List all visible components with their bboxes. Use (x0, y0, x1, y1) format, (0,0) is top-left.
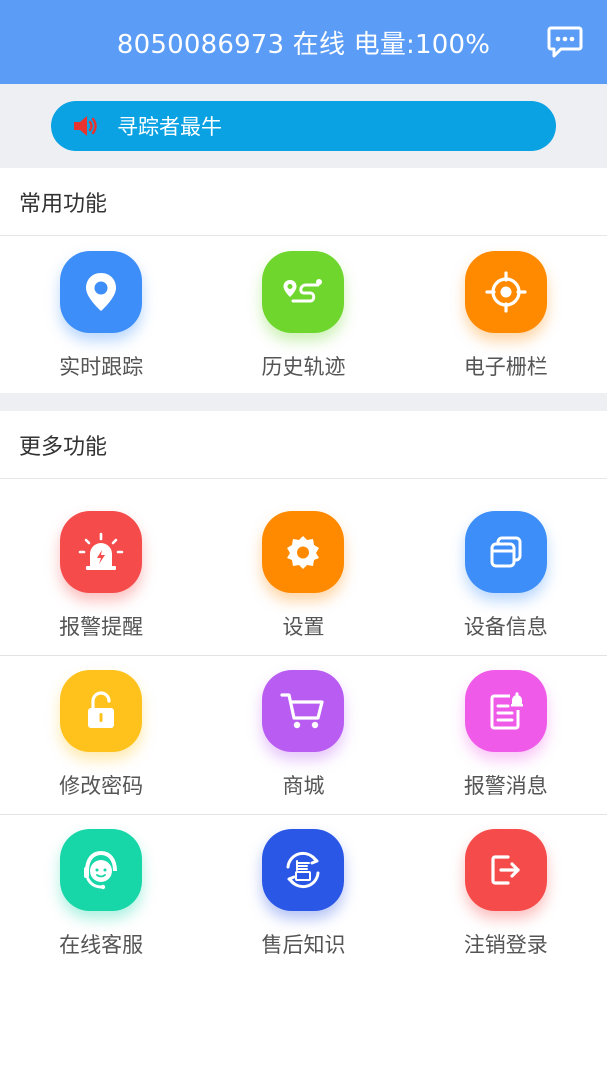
alarm-reminder-label: 报警提醒 (59, 615, 144, 639)
chat-bubble-icon (547, 26, 583, 58)
realtime-tracking-button[interactable]: 实时跟踪 (0, 237, 202, 393)
device-status-text: 8050086973 在线 电量:100% (116, 29, 491, 60)
history-track-button[interactable]: 历史轨迹 (202, 237, 404, 393)
settings-button[interactable]: 设置 (202, 497, 404, 655)
after-sales-icon (262, 829, 345, 911)
windows-icon (464, 511, 547, 593)
realtime-tracking-label: 实时跟踪 (59, 355, 144, 379)
logout-icon (464, 829, 547, 911)
mall-button[interactable]: 商城 (202, 656, 404, 814)
section-divider (0, 393, 607, 411)
common-functions-row: 实时跟踪 历史轨迹 电子栅栏 (0, 237, 607, 393)
online-service-button[interactable]: 在线客服 (0, 815, 202, 974)
gear-icon (262, 511, 345, 593)
change-password-button[interactable]: 修改密码 (0, 656, 202, 814)
alarm-messages-label: 报警消息 (463, 774, 548, 798)
device-info-button[interactable]: 设备信息 (405, 497, 607, 655)
mall-label: 商城 (282, 774, 325, 798)
geo-fence-label: 电子栅栏 (463, 355, 548, 379)
after-sales-label: 售后知识 (261, 933, 346, 957)
banner-text: 寻踪者最牛 (117, 115, 222, 139)
after-sales-button[interactable]: 售后知识 (202, 815, 404, 974)
route-icon (262, 251, 345, 333)
section-title-common: 常用功能 (0, 168, 607, 236)
device-info-label: 设备信息 (463, 615, 548, 639)
settings-label: 设置 (282, 615, 325, 639)
unlock-icon (60, 670, 143, 752)
announcement-banner[interactable]: 寻踪者最牛 (51, 101, 556, 151)
shopping-cart-icon (262, 670, 345, 752)
history-track-label: 历史轨迹 (261, 355, 346, 379)
top-bar: 8050086973 在线 电量:100% (0, 0, 607, 84)
logout-button[interactable]: 注销登录 (405, 815, 607, 974)
geo-fence-button[interactable]: 电子栅栏 (405, 237, 607, 393)
change-password-label: 修改密码 (59, 774, 144, 798)
target-icon (464, 251, 547, 333)
location-pin-icon (60, 251, 143, 333)
speaker-icon (71, 111, 101, 141)
customer-service-icon (60, 829, 143, 911)
banner-area: 寻踪者最牛 (0, 84, 607, 168)
more-functions-row-1: 报警提醒 设置 设备信息 (0, 497, 607, 656)
alarm-reminder-button[interactable]: 报警提醒 (0, 497, 202, 655)
alarm-light-icon (60, 511, 143, 593)
logout-label: 注销登录 (463, 933, 548, 957)
alert-document-icon (464, 670, 547, 752)
online-service-label: 在线客服 (59, 933, 144, 957)
more-functions-row-2: 修改密码 商城 报警消息 (0, 656, 607, 815)
message-button[interactable] (545, 22, 585, 62)
section-title-more: 更多功能 (0, 411, 607, 479)
alarm-messages-button[interactable]: 报警消息 (405, 656, 607, 814)
more-functions-row-3: 在线客服 售后知识 注销登录 (0, 815, 607, 974)
